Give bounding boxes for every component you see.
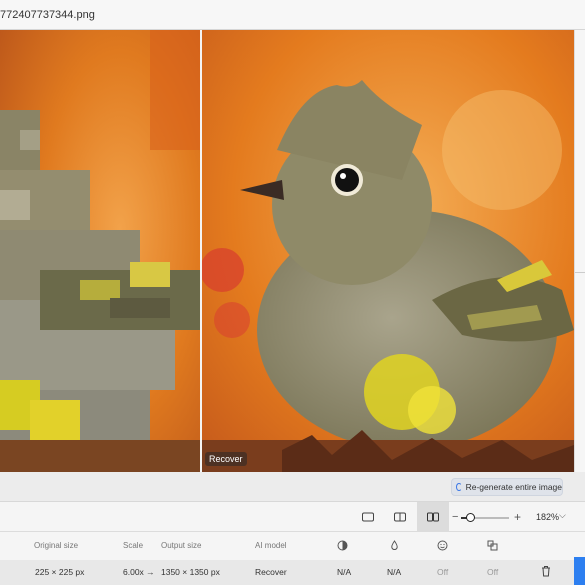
table-row[interactable]: 225 × 225 px 6.00x → 1350 × 1350 px Reco…: [0, 560, 585, 585]
single-view-icon: [362, 512, 374, 522]
cell-ai-model[interactable]: Recover: [255, 567, 287, 577]
cell-scale: 6.00x →: [123, 567, 155, 577]
refresh-icon: [456, 483, 462, 491]
header-output-size: Output size: [161, 541, 202, 550]
panel-divider: [575, 272, 585, 273]
original-bird-image: [0, 30, 200, 472]
contrast-icon: [337, 540, 348, 551]
header-original-size: Original size: [34, 541, 79, 550]
zoom-level: 182%: [536, 512, 560, 522]
header-ai-model: AI model: [255, 541, 287, 550]
chevron-down-icon[interactable]: ⌵: [559, 510, 566, 521]
cell-contrast: N/A: [337, 567, 352, 577]
header-scale: Scale: [123, 541, 144, 550]
single-view-button[interactable]: [352, 502, 384, 532]
regenerate-label: Re-generate entire image: [465, 482, 562, 492]
zoom-in-button[interactable]: +: [514, 510, 521, 524]
zoom-out-button[interactable]: −: [452, 511, 458, 523]
cell-original-size: 225 × 225 px: [35, 567, 85, 577]
table-header: Original size Scale Output size AI model: [0, 532, 585, 560]
title-bar: 772407737344.png: [0, 0, 585, 30]
side-by-side-view-icon: [427, 512, 439, 522]
recover-label: Recover: [205, 452, 247, 466]
regenerate-button[interactable]: Re-generate entire image: [451, 478, 563, 496]
view-toolbar: − + 182% ⌵: [0, 502, 585, 532]
zoom-slider-handle[interactable]: [466, 513, 476, 522]
regenerate-bar: Re-generate entire image: [0, 472, 585, 502]
trash-icon[interactable]: [541, 565, 551, 577]
recovered-image-pane[interactable]: [202, 30, 574, 472]
split-view-button[interactable]: [384, 502, 416, 532]
image-viewer[interactable]: Recover: [0, 30, 585, 472]
cell-layers: Off: [487, 567, 499, 577]
cell-face: Off: [437, 567, 449, 577]
accent-strip[interactable]: [574, 557, 585, 585]
layers-icon: [487, 540, 498, 551]
split-view-icon: [394, 512, 406, 522]
window-title: 772407737344.png: [0, 9, 95, 21]
cell-output-size: 1350 × 1350 px: [161, 567, 220, 577]
face-icon: [437, 540, 448, 551]
cell-droplet: N/A: [387, 567, 402, 577]
recovered-bird-image: [202, 30, 574, 472]
droplet-icon: [391, 540, 398, 550]
original-image-pane[interactable]: [0, 30, 200, 472]
side-by-side-view-button[interactable]: [417, 502, 449, 532]
side-panel-edge: [574, 30, 585, 472]
